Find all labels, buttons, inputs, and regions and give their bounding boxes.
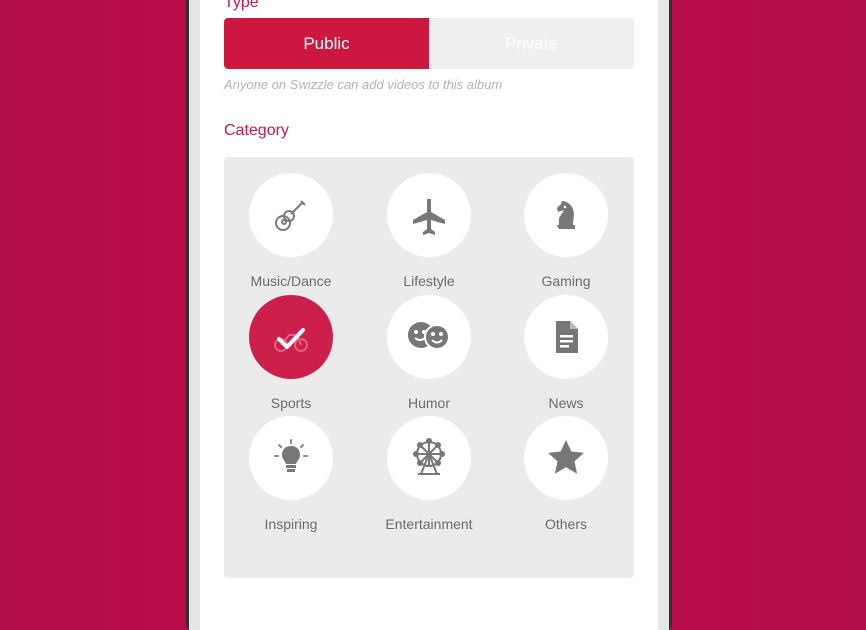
category-label: Sports	[270, 395, 312, 411]
type-option-public[interactable]: Public	[224, 18, 429, 69]
lightbulb-icon	[269, 436, 313, 480]
category-circle	[387, 173, 471, 257]
chess-knight-icon	[544, 193, 588, 237]
category-label: Humor	[407, 395, 450, 411]
app-screen: Type Public Private Anyone on Swizzle ca…	[200, 0, 658, 630]
category-circle-selected	[249, 295, 333, 379]
ferris-wheel-icon	[407, 436, 451, 480]
document-icon	[544, 315, 588, 359]
category-circle	[249, 416, 333, 500]
check-icon	[266, 312, 316, 362]
category-section-label: Category	[224, 122, 289, 139]
category-circle	[524, 416, 608, 500]
category-label: Gaming	[541, 273, 591, 289]
category-label: Inspiring	[264, 516, 318, 532]
category-circle	[249, 173, 333, 257]
category-humor[interactable]: Humor	[369, 295, 489, 411]
star-icon	[544, 436, 588, 480]
type-section-label: Type	[224, 0, 259, 11]
category-grid: Music/Dance Lifestyle Gaming Sports Humo…	[224, 157, 634, 578]
guitar-icon	[269, 193, 313, 237]
category-sports[interactable]: Sports	[231, 295, 351, 411]
category-inspiring[interactable]: Inspiring	[231, 416, 351, 532]
airplane-icon	[407, 193, 451, 237]
category-music-dance[interactable]: Music/Dance	[231, 173, 351, 289]
category-others[interactable]: Others	[506, 416, 626, 532]
category-label: Music/Dance	[250, 273, 332, 289]
smiley-faces-icon	[403, 315, 455, 359]
category-circle	[524, 295, 608, 379]
category-news[interactable]: News	[506, 295, 626, 411]
category-label: News	[548, 395, 584, 411]
category-label: Lifestyle	[403, 273, 455, 289]
category-entertainment[interactable]: Entertainment	[369, 416, 489, 532]
category-circle	[524, 173, 608, 257]
type-option-private[interactable]: Private	[429, 18, 634, 69]
type-helper-text: Anyone on Swizzle can add videos to this…	[224, 77, 503, 92]
category-circle	[387, 295, 471, 379]
category-label: Others	[544, 516, 587, 532]
category-lifestyle[interactable]: Lifestyle	[369, 173, 489, 289]
category-circle	[387, 416, 471, 500]
category-gaming[interactable]: Gaming	[506, 173, 626, 289]
category-label: Entertainment	[385, 516, 473, 532]
type-segmented-control: Public Private	[224, 18, 634, 69]
